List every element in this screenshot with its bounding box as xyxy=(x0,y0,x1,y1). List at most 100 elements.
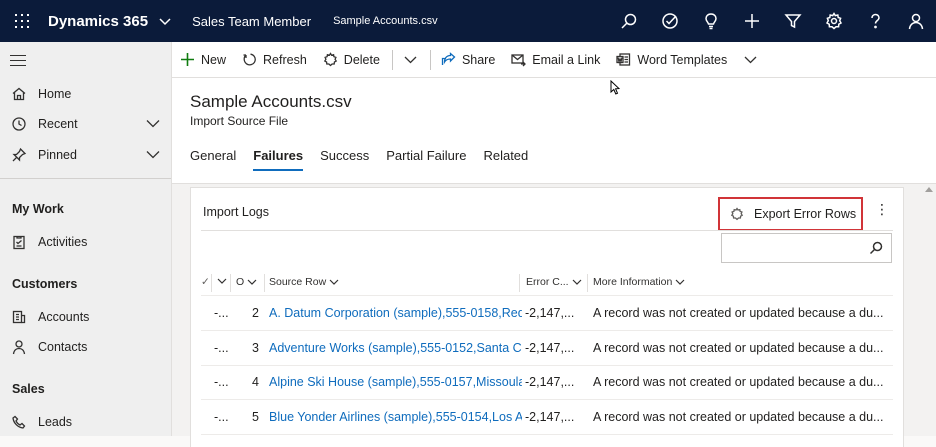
chevron-down-icon[interactable] xyxy=(146,116,160,130)
export-error-rows-button[interactable]: Export Error Rows xyxy=(718,197,863,231)
table-row[interactable]: -... 3 Adventure Works (sample),555-0152… xyxy=(201,332,893,366)
refresh-button[interactable]: Refresh xyxy=(234,42,315,78)
person-icon xyxy=(11,339,27,355)
column-header-source-row[interactable]: Source Row xyxy=(269,276,339,288)
row-cell: -2,147,... xyxy=(525,375,575,389)
chevron-down-icon xyxy=(744,56,757,64)
scrollbar[interactable] xyxy=(924,186,934,436)
app-name[interactable]: Dynamics 365 xyxy=(48,13,148,30)
record-name: Sample Accounts.csv xyxy=(333,15,438,27)
chevron-down-icon xyxy=(404,56,417,64)
sidebar-item-home[interactable]: Home xyxy=(0,82,172,106)
refresh-label: Refresh xyxy=(263,52,307,67)
scroll-up-arrow-icon[interactable] xyxy=(925,187,933,192)
select-all-checkbox[interactable]: ✓ xyxy=(201,276,210,288)
column-header-error-code[interactable]: Error C... xyxy=(526,276,582,288)
row-cell: -... xyxy=(214,410,229,424)
chevron-down-icon xyxy=(675,279,685,285)
share-button[interactable]: Share xyxy=(433,42,503,78)
row-cell: -... xyxy=(214,306,229,320)
app-module-name[interactable]: Sales Team Member xyxy=(192,14,311,29)
email-link-button[interactable]: Email a Link xyxy=(503,42,608,78)
tab-partial-failure[interactable]: Partial Failure xyxy=(386,148,466,171)
column-label: Error C... xyxy=(526,276,569,288)
chevron-down-icon[interactable] xyxy=(158,14,172,28)
row-cell: A record was not created or updated beca… xyxy=(593,306,884,320)
app-launcher-icon[interactable] xyxy=(4,0,40,42)
chevron-down-icon xyxy=(329,279,339,285)
sidebar-item-contacts[interactable]: Contacts xyxy=(0,335,172,359)
row-cell: -2,147,... xyxy=(525,410,575,424)
plus-icon[interactable] xyxy=(731,0,772,42)
row-cell: 4 xyxy=(252,375,259,389)
column-label: More Information xyxy=(593,276,673,288)
home-icon xyxy=(11,86,27,102)
column-sort-menu[interactable] xyxy=(214,276,227,286)
sidebar-item-label: Accounts xyxy=(38,310,90,324)
more-commands-dropdown[interactable] xyxy=(395,42,426,78)
sidebar-item-label: Activities xyxy=(38,235,88,249)
table-row[interactable]: -... 5 Blue Yonder Airlines (sample),555… xyxy=(201,401,893,435)
table-row[interactable]: -... 4 Alpine Ski House (sample),555-015… xyxy=(201,366,893,400)
form-body: Import Logs Export Error Rows ⋮ ✓ O Sour… xyxy=(172,184,936,447)
more-options-icon[interactable]: ⋮ xyxy=(875,202,889,216)
sidebar-item-recent[interactable]: Recent xyxy=(0,112,172,136)
word-templates-button[interactable]: Word Templates xyxy=(608,42,735,78)
gear-icon xyxy=(730,207,744,221)
task-icon[interactable] xyxy=(649,0,690,42)
chevron-down-icon xyxy=(217,278,227,284)
chevron-down-icon xyxy=(247,279,257,285)
search-icon[interactable] xyxy=(869,241,883,255)
sidebar-section-title: Sales xyxy=(12,382,45,396)
command-bar: New Refresh Delete Share Email a Link Wo… xyxy=(172,42,936,78)
gear-icon[interactable] xyxy=(813,0,854,42)
clipboard-icon xyxy=(11,234,27,250)
sidebar-section-title: My Work xyxy=(12,202,64,216)
record-header: Sample Accounts.csv Import Source File G… xyxy=(172,78,936,184)
source-row-link[interactable]: A. Datum Corporation (sample),555-0158,R… xyxy=(269,306,522,320)
top-navigation-bar: Dynamics 365 Sales Team Member Sample Ac… xyxy=(0,0,936,42)
clock-icon xyxy=(11,116,27,132)
hamburger-menu-icon[interactable] xyxy=(10,55,26,70)
row-cell: 2 xyxy=(252,306,259,320)
export-error-rows-label: Export Error Rows xyxy=(754,207,857,221)
sidebar-item-label: Recent xyxy=(38,117,78,131)
tab-related[interactable]: Related xyxy=(483,148,528,171)
column-header-order[interactable]: O xyxy=(236,276,257,288)
plus-icon xyxy=(181,53,194,66)
grid-header: ✓ O Source Row Error C... More Informati… xyxy=(201,270,893,296)
sidebar-item-leads[interactable]: Leads xyxy=(0,410,172,434)
word-templates-dropdown[interactable] xyxy=(735,42,766,78)
sidebar-item-activities[interactable]: Activities xyxy=(0,230,172,254)
chevron-down-icon[interactable] xyxy=(146,147,160,161)
new-button[interactable]: New xyxy=(172,42,234,78)
source-row-link[interactable]: Adventure Works (sample),555-0152,Santa … xyxy=(269,341,522,355)
source-row-link[interactable]: Alpine Ski House (sample),555-0157,Misso… xyxy=(269,375,522,389)
new-label: New xyxy=(201,52,227,67)
table-row[interactable]: -... 2 A. Datum Corporation (sample),555… xyxy=(201,297,893,331)
user-icon[interactable] xyxy=(895,0,936,42)
tab-general[interactable]: General xyxy=(190,148,236,171)
share-label: Share xyxy=(461,52,496,67)
search-input[interactable] xyxy=(721,233,892,263)
search-icon[interactable] xyxy=(608,0,649,42)
help-icon[interactable] xyxy=(854,0,895,42)
delete-button[interactable]: Delete xyxy=(315,42,388,78)
word-templates-label: Word Templates xyxy=(637,52,728,67)
sidebar-item-label: Leads xyxy=(38,415,73,429)
tab-success[interactable]: Success xyxy=(320,148,369,171)
source-row-link[interactable]: Blue Yonder Airlines (sample),555-0154,L… xyxy=(269,410,522,424)
share-icon xyxy=(441,52,456,65)
email-link-label: Email a Link xyxy=(532,52,601,67)
sidebar-item-accounts[interactable]: Accounts xyxy=(0,305,172,329)
row-cell: -2,147,... xyxy=(525,341,575,355)
sidebar-item-pinned[interactable]: Pinned xyxy=(0,143,172,167)
email-icon xyxy=(511,54,527,67)
row-cell: -... xyxy=(214,341,229,355)
tab-failures[interactable]: Failures xyxy=(253,148,304,171)
lightbulb-icon[interactable] xyxy=(690,0,731,42)
entity-name: Import Source File xyxy=(190,114,289,128)
filter-icon[interactable] xyxy=(772,0,813,42)
column-header-more-information[interactable]: More Information xyxy=(593,276,685,288)
mouse-cursor-icon xyxy=(610,80,620,95)
